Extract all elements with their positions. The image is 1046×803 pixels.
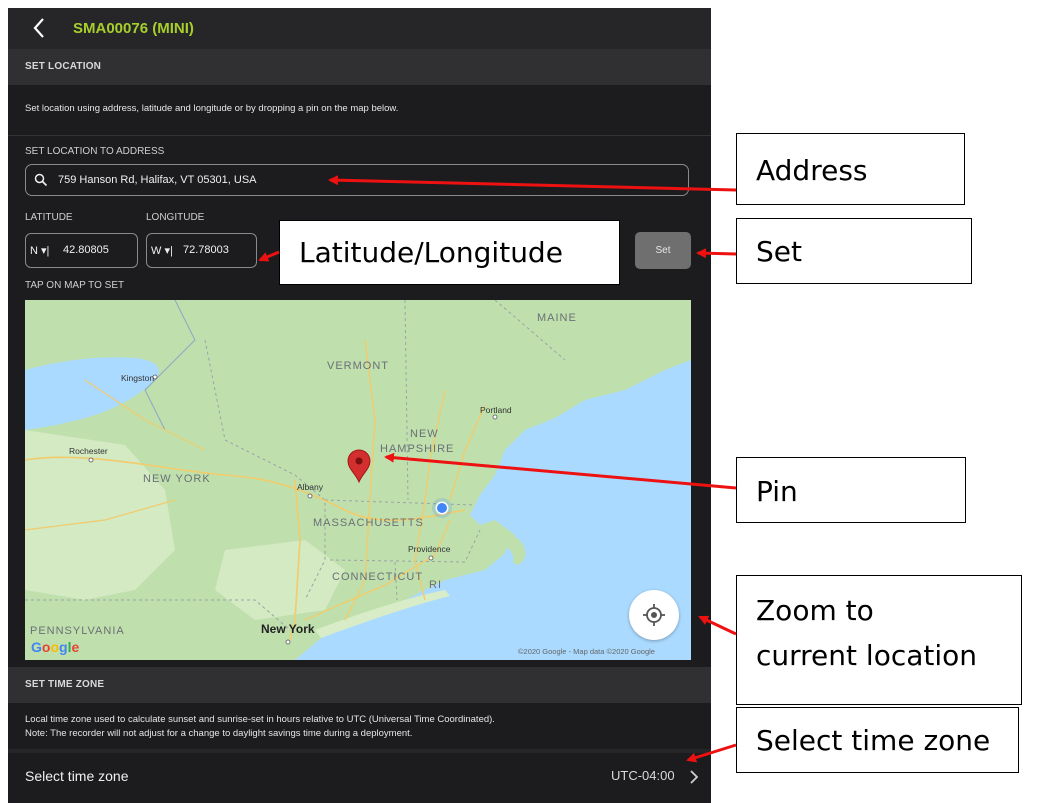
set-location-header: SET LOCATION <box>8 49 711 85</box>
map-label-maine: MAINE <box>537 312 577 324</box>
map-label-ri: RI <box>429 579 442 591</box>
city-providence: Providence <box>408 544 451 554</box>
set-location-description: Set location using address, latitude and… <box>25 103 399 114</box>
callout-zoom-text-2: current location <box>756 639 978 672</box>
time-zone-description-1: Local time zone used to calculate sunset… <box>25 714 495 725</box>
back-chevron-icon[interactable] <box>28 16 52 40</box>
latitude-value: 42.80805 <box>63 244 109 256</box>
top-bar: SMA00076 (MINI) <box>8 8 711 49</box>
time-zone-value: UTC-04:00 <box>611 768 675 783</box>
select-time-zone-row[interactable]: Select time zone UTC-04:00 <box>8 753 711 803</box>
city-albany: Albany <box>297 482 323 492</box>
city-kingston: Kingston <box>121 373 155 383</box>
callout-pin-text: Pin <box>756 475 798 508</box>
callout-set-text: Set <box>756 235 802 268</box>
chevron-right-icon <box>690 770 699 784</box>
select-time-zone-label: Select time zone <box>25 768 129 784</box>
tap-map-label: TAP ON MAP TO SET <box>25 280 125 291</box>
longitude-label: LONGITUDE <box>146 212 205 223</box>
map-label-new: NEW <box>410 428 439 440</box>
map-label-connecticut: CONNECTICUT <box>332 571 424 583</box>
latitude-label: LATITUDE <box>25 212 73 223</box>
page-title: SMA00076 (MINI) <box>73 20 194 37</box>
callout-pin: Pin <box>736 457 966 523</box>
set-time-zone-header: SET TIME ZONE <box>8 667 711 703</box>
address-label: SET LOCATION TO ADDRESS <box>25 146 165 157</box>
app-screen: SMA00076 (MINI) SET LOCATION Set locatio… <box>8 8 711 803</box>
map-credit: ©2020 Google - Map data ©2020 Google <box>518 647 655 656</box>
city-new-york: New York <box>261 622 315 636</box>
search-icon <box>34 173 48 187</box>
location-map[interactable]: MAINE VERMONT NEW HAMPSHIRE NEW YORK MAS… <box>25 300 691 660</box>
callout-timezone: Select time zone <box>736 707 1019 773</box>
callout-address: Address <box>736 133 965 205</box>
callout-set: Set <box>736 218 972 284</box>
map-label-vermont: VERMONT <box>327 360 389 372</box>
google-logo: Google <box>31 639 80 655</box>
set-location-heading: SET LOCATION <box>25 61 102 72</box>
city-rochester: Rochester <box>69 446 108 456</box>
callout-timezone-text: Select time zone <box>756 724 991 757</box>
map-label-new-york-state: NEW YORK <box>143 473 211 485</box>
callout-latlon: Latitude/Longitude <box>279 220 620 285</box>
map-pin-icon[interactable] <box>346 449 372 483</box>
zoom-current-location-button[interactable] <box>629 590 679 640</box>
callout-latlon-text: Latitude/Longitude <box>299 236 563 269</box>
latitude-direction-select[interactable]: N ▾| <box>30 244 49 257</box>
set-time-zone-heading: SET TIME ZONE <box>25 679 105 690</box>
longitude-direction-select[interactable]: W ▾| <box>151 244 173 257</box>
city-portland: Portland <box>480 405 512 415</box>
longitude-field[interactable]: W ▾| 72.78003 <box>146 233 257 268</box>
map-label-pennsylvania: PENNSYLVANIA <box>30 625 125 637</box>
divider <box>8 135 711 136</box>
callout-zoom: Zoom to current location <box>736 575 1022 705</box>
callout-zoom-text-1: Zoom to <box>756 594 874 627</box>
set-button[interactable]: Set <box>635 232 691 269</box>
map-label-massachusetts: MASSACHUSETTS <box>313 517 424 529</box>
callout-address-text: Address <box>756 154 868 187</box>
locate-icon <box>643 604 665 626</box>
longitude-value: 72.78003 <box>183 244 229 256</box>
address-value: 759 Hanson Rd, Halifax, VT 05301, USA <box>58 174 257 186</box>
address-search-field[interactable]: 759 Hanson Rd, Halifax, VT 05301, USA <box>25 164 689 196</box>
time-zone-description-2: Note: The recorder will not adjust for a… <box>25 728 413 739</box>
map-label-hampshire: HAMPSHIRE <box>380 443 455 455</box>
latitude-field[interactable]: N ▾| 42.80805 <box>25 233 138 268</box>
